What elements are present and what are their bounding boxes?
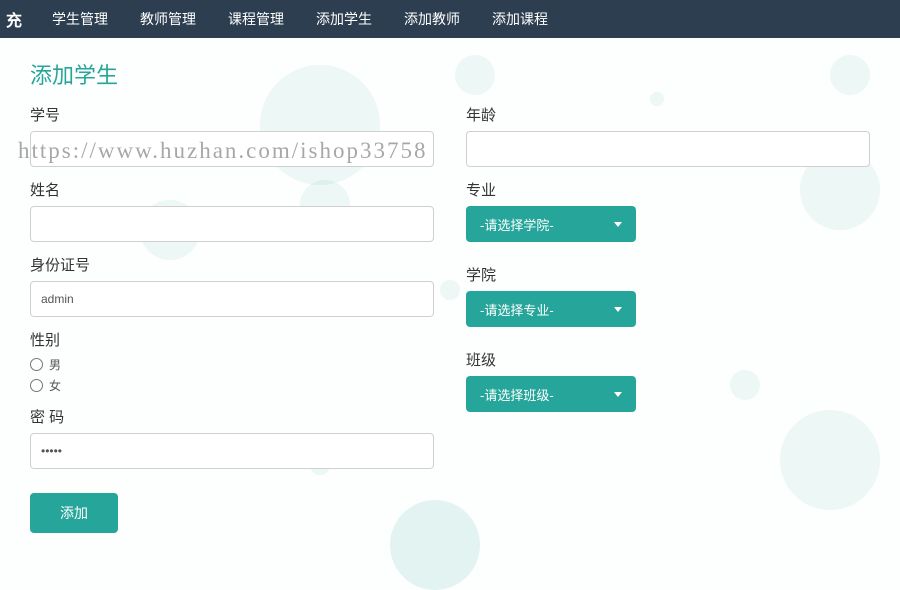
college-dropdown[interactable]: -请选择专业- xyxy=(466,291,636,327)
caret-down-icon xyxy=(614,222,622,227)
nav-add-student[interactable]: 添加学生 xyxy=(300,0,388,38)
password-input[interactable] xyxy=(30,433,434,469)
submit-button[interactable]: 添加 xyxy=(30,493,118,533)
label-class: 班级 xyxy=(466,349,870,370)
class-dropdown[interactable]: -请选择班级- xyxy=(466,376,636,412)
name-input[interactable] xyxy=(30,206,434,242)
gender-female-label: 女 xyxy=(49,377,61,394)
id-card-input[interactable] xyxy=(30,281,434,317)
major-selected: -请选择学院- xyxy=(480,215,554,234)
student-id-input[interactable] xyxy=(30,131,434,167)
brand-partial: 充 xyxy=(0,7,36,31)
caret-down-icon xyxy=(614,392,622,397)
label-password: 密 码 xyxy=(30,406,434,427)
class-selected: -请选择班级- xyxy=(480,385,554,404)
label-age: 年龄 xyxy=(466,104,870,125)
label-id-card: 身份证号 xyxy=(30,254,434,275)
gender-male-label: 男 xyxy=(49,356,61,373)
label-college: 学院 xyxy=(466,264,870,285)
label-gender: 性别 xyxy=(30,329,434,350)
label-name: 姓名 xyxy=(30,179,434,200)
top-navbar: 充 学生管理 教师管理 课程管理 添加学生 添加教师 添加课程 xyxy=(0,0,900,38)
gender-male-radio[interactable] xyxy=(30,358,43,371)
caret-down-icon xyxy=(614,307,622,312)
college-selected: -请选择专业- xyxy=(480,300,554,319)
age-input[interactable] xyxy=(466,131,870,167)
gender-female-radio[interactable] xyxy=(30,379,43,392)
nav-student-manage[interactable]: 学生管理 xyxy=(36,0,124,38)
major-dropdown[interactable]: -请选择学院- xyxy=(466,206,636,242)
nav-course-manage[interactable]: 课程管理 xyxy=(212,0,300,38)
nav-add-course[interactable]: 添加课程 xyxy=(476,0,564,38)
nav-teacher-manage[interactable]: 教师管理 xyxy=(124,0,212,38)
label-major: 专业 xyxy=(466,179,870,200)
page-title: 添加学生 xyxy=(30,58,870,90)
nav-add-teacher[interactable]: 添加教师 xyxy=(388,0,476,38)
label-student-id: 学号 xyxy=(30,104,434,125)
